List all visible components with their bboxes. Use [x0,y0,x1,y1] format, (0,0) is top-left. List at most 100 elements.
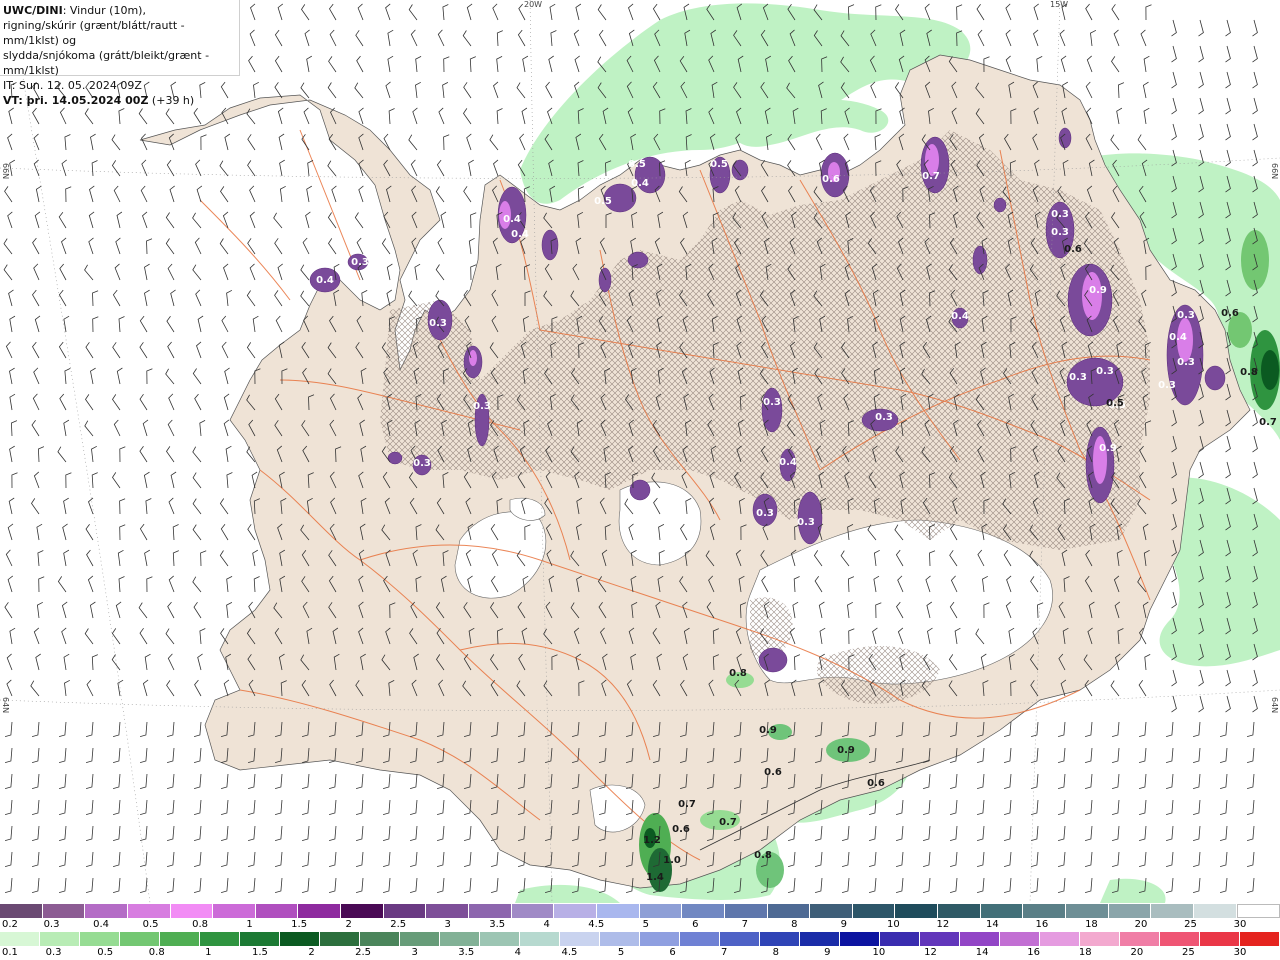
precip-value-label: 0.3 [1069,372,1087,383]
legend-tick-label: 5 [642,919,649,930]
lon-label-20w: 20W [524,0,543,9]
legend-tick-label: 9 [840,919,848,930]
legend-tick-label: 18 [1078,947,1092,958]
legend-swatch [960,932,1000,946]
legend-swatch [980,904,1024,918]
legend-tick-label: 0.8 [148,947,165,958]
legend-swatch [200,932,240,946]
legend-tick-label: 1.5 [291,919,308,930]
legend-swatch [1040,932,1080,946]
legend-tick-label: 10 [886,919,900,930]
legend-swatch [852,904,896,918]
precip-value-label: 0.8 [1240,367,1258,378]
legend-tick-label: 3.5 [489,919,506,930]
legend-swatch [1193,904,1237,918]
legend-swatch [520,932,560,946]
precip-value-label: 0.4 [1169,332,1187,343]
precip-value-label: 0.5 [1106,398,1124,409]
legend-swatch [1023,904,1067,918]
legend-swatch [360,932,400,946]
legend-tick-label: 3 [411,947,418,958]
legend-tick-label: 4.5 [561,947,578,958]
lat-label-66n-right: 66N [1270,163,1279,180]
legend-tick-label: 0.3 [43,919,60,930]
legend-tick-label: 3 [444,919,451,930]
legend-swatch [1160,932,1200,946]
legend-swatch [895,904,939,918]
legend-tick-label: 0.5 [97,947,114,958]
legend-swatch [0,904,43,918]
precip-value-label: 0.5 [710,159,728,170]
precip-value-label: 0.7 [922,171,940,182]
legend-swatch [682,904,725,918]
legend-tick-label: 20 [1134,919,1148,930]
legend-swatch [600,932,640,946]
precip-value-label: 0.3 [1096,366,1114,377]
precip-value-label: 1.4 [646,872,664,883]
legend-tick-label: 4 [514,947,522,958]
precip-value-label: 0.3 [413,458,431,469]
legend-tick-label: 0.8 [192,919,209,930]
legend-swatch [80,932,120,946]
precip-value-label: 0.3 [875,412,893,423]
legend-tick-label: 30 [1233,919,1247,930]
legend-tick-label: 14 [986,919,999,930]
legend-tick-label: 20 [1130,947,1144,958]
legend-tick-label: 2 [345,919,352,930]
legend-swatch [170,904,214,918]
legend-tick-label: 4.5 [588,919,605,930]
precip-value-label: 0.9 [837,745,855,756]
precip-value-label: 0.4 [631,178,649,189]
precip-value-label: 0.3 [756,508,774,519]
legend-swatch [596,904,640,918]
legend-tick-label: 0.2 [2,919,18,930]
valid-time: VT: þri. 14.05.2024 00Z (+39 h) [3,94,195,107]
legend-swatch [320,932,360,946]
init-time: IT: Sun. 12. 05. 2024 09Z [3,79,142,92]
precip-value-label: 0.4 [316,275,334,286]
legend-swatch [1240,932,1280,946]
title-line-2: rigning/skúrir (grænt/blátt/rautt - mm/1… [3,19,185,47]
legend-tick-label: 16 [1027,947,1041,958]
legend-tick-label: 12 [924,947,937,958]
weather-map: 0.4 0.3 0.3 0.4 0.4 0.5 0.5 0.4 0.5 0.6 0.7 0.3 0.3 0… [0,0,1280,903]
legend-tick-label: 2.5 [355,947,372,958]
legend-tick-label: 25 [1184,919,1197,930]
legend-tick-label: 7 [720,947,728,958]
precip-value-label: 0.3 [1051,209,1069,220]
legend-tick-label: 7 [741,919,748,930]
legend-tick-label: 0.5 [142,919,159,930]
legend-tick-label: 25 [1182,947,1195,958]
legend-swatch [724,904,768,918]
legend-tick-label: 1 [205,947,212,958]
legend-swatch [440,932,480,946]
rain-legend-bar [0,932,1280,946]
legend-swatch [85,904,128,918]
legend-swatch [1200,932,1240,946]
precip-value-label: 0.7 [678,799,696,810]
legend-swatch [40,932,80,946]
snow-legend-labels: 0.2 0.3 0.4 0.5 0.8 1 1.5 2 2.5 3 3.5 4 4.5 5 6 7 8 9 10 12… [0,919,1280,931]
precip-value-label: 0.8 [729,668,747,679]
legend-tick-label: 9 [824,947,831,958]
legend-tick-label: 1 [246,919,253,930]
legend-swatch [127,904,171,918]
precip-value-label: 0.6 [672,824,690,835]
rain-legend-labels: 0.1 0.3 0.5 0.8 1 1.5 2 2.5 3 3.5 4 4.5 5 6 7 8 9 10 12 14 1… [0,947,1280,959]
legend-swatch [840,932,880,946]
precip-value-label: 0.8 [754,850,772,861]
precip-value-label: 0.3 [763,397,781,408]
legend-tick-label: 12 [936,919,950,930]
legend-swatch [554,904,597,918]
lat-label-66n-left: 66N [1,163,10,180]
legend-tick-label: 18 [1085,919,1098,930]
legend-tick-label: 14 [975,947,989,958]
map-title-box: UWC/DINI: Vindur (10m), rigning/skúrir (… [0,0,240,107]
legend-swatch [767,904,811,918]
legend-tick-label: 4 [543,919,550,930]
precip-value-label: 0.6 [764,767,782,778]
legend-swatch [680,932,720,946]
legend-swatch [469,904,512,918]
precip-value-label: 0.9 [759,725,777,736]
legend-swatch [880,932,920,946]
